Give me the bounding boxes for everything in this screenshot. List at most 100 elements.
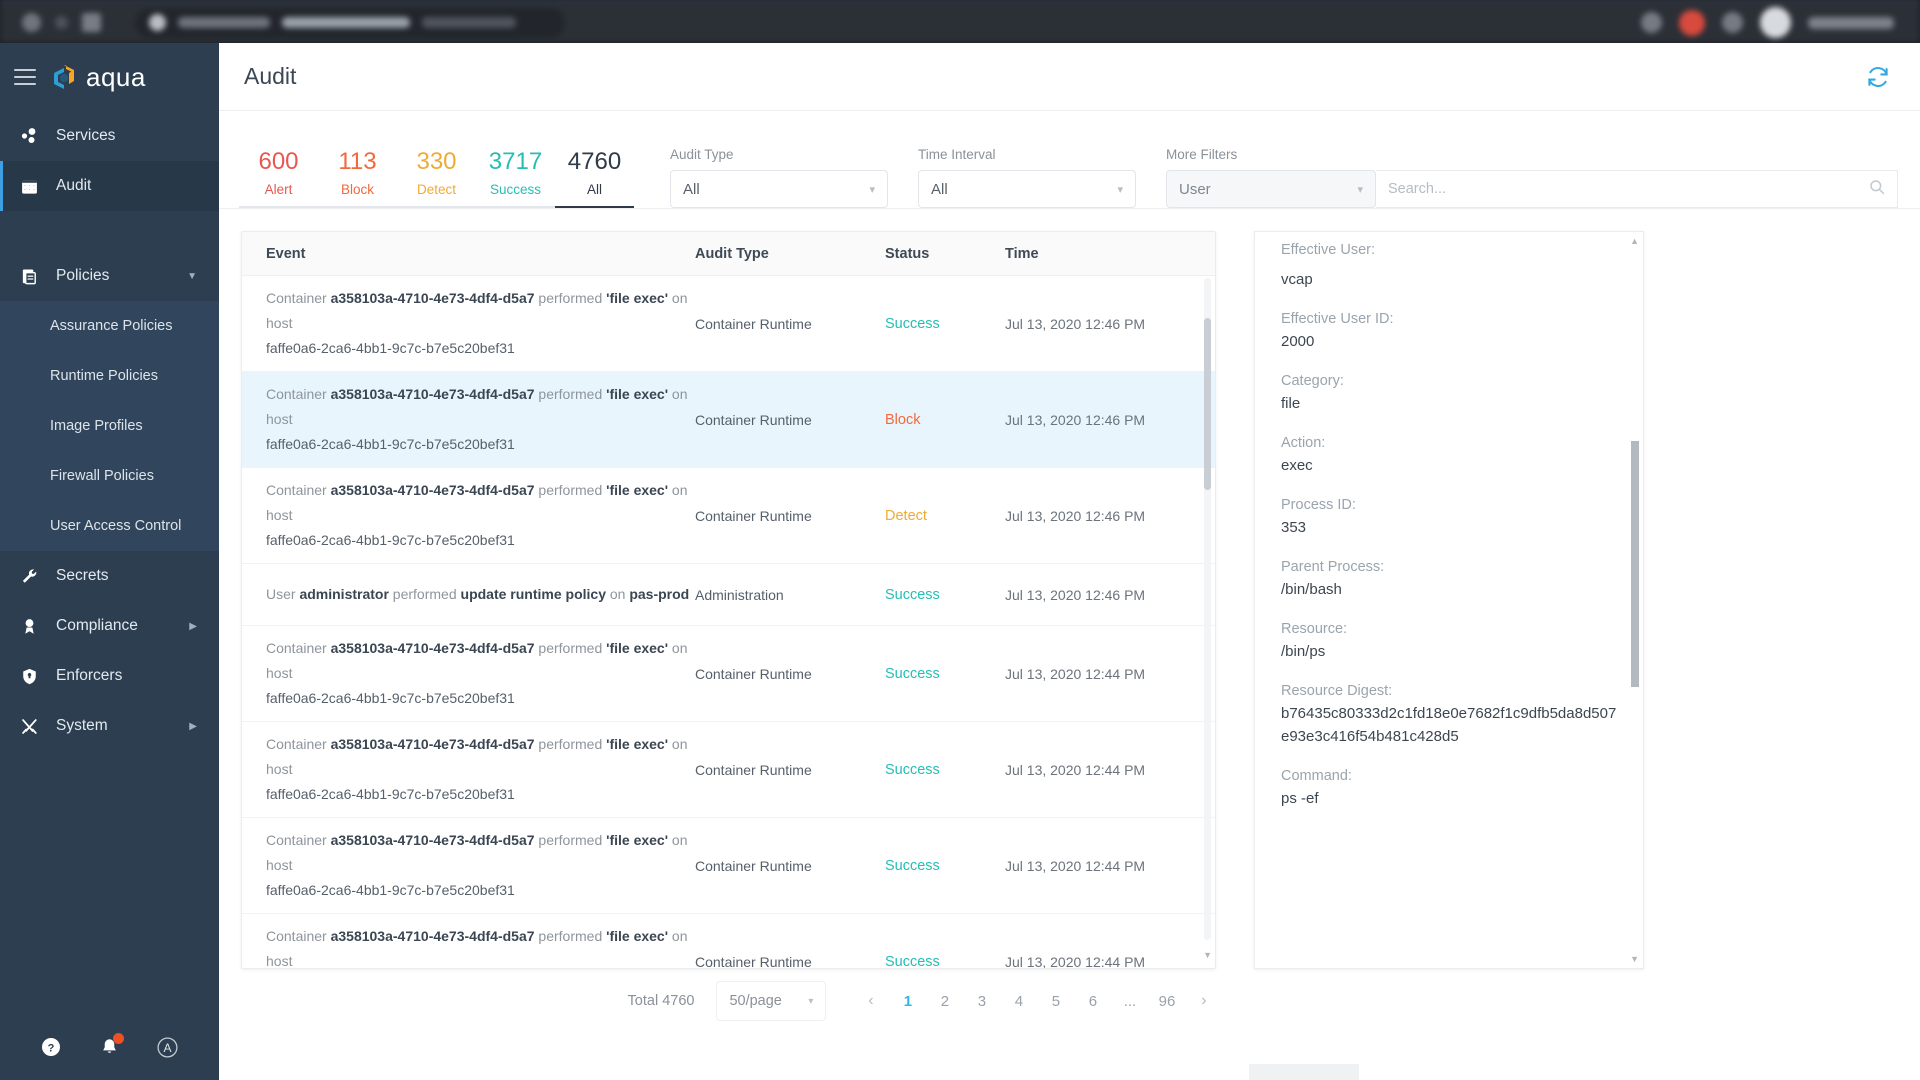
column-header-audit-type[interactable]: Audit Type xyxy=(695,246,885,262)
time-interval-label: Time Interval xyxy=(918,147,996,162)
pagination-page-button[interactable]: 2 xyxy=(926,984,963,1018)
table-row[interactable]: Container a358103a-4710-4e73-4df4-d5a7 p… xyxy=(242,276,1215,372)
scroll-down-arrow[interactable]: ▼ xyxy=(1203,950,1212,960)
search-input[interactable]: Search... xyxy=(1376,170,1898,208)
browser-reload-icon[interactable] xyxy=(82,13,101,32)
sidebar-item-enforcers[interactable]: Enforcers xyxy=(0,651,219,701)
table-scrollbar[interactable] xyxy=(1204,278,1211,940)
table-row[interactable]: Container a358103a-4710-4e73-4df4-d5a7 p… xyxy=(242,818,1215,914)
detail-field: Effective User: vcap xyxy=(1281,242,1617,291)
sidebar-item-runtime-policies[interactable]: Runtime Policies xyxy=(0,351,219,401)
pagination-page-button[interactable]: 4 xyxy=(1000,984,1037,1018)
detail-field-key: Command: xyxy=(1281,768,1352,784)
sidebar-footer: ? A xyxy=(0,1014,219,1080)
browser-nav-controls xyxy=(0,7,565,38)
search-icon xyxy=(1869,179,1885,199)
column-header-status[interactable]: Status xyxy=(885,246,1005,262)
cell-status: Success xyxy=(885,315,1005,332)
detail-field: Category: file xyxy=(1281,370,1617,415)
detail-scroll-down-arrow[interactable]: ▼ xyxy=(1630,954,1639,964)
column-header-time[interactable]: Time xyxy=(1005,246,1205,262)
pagination-page-button[interactable]: 6 xyxy=(1074,984,1111,1018)
help-icon[interactable]: ? xyxy=(38,1034,64,1060)
pagination-page-button[interactable]: 1 xyxy=(889,984,926,1018)
chevron-down-icon[interactable]: ▼ xyxy=(187,271,197,282)
browser-url-bar[interactable] xyxy=(135,7,565,38)
sidebar-item-policies[interactable]: Policies ▼ xyxy=(0,251,219,301)
chevron-right-icon[interactable]: ▶ xyxy=(189,621,197,632)
main-content: Audit 600 Alert 113 Block 330 Detect 371… xyxy=(219,43,1920,1080)
pagination-next-button[interactable]: › xyxy=(1185,984,1222,1018)
calendar-icon xyxy=(18,177,40,196)
cell-event: Container a358103a-4710-4e73-4df4-d5a7 p… xyxy=(266,640,688,706)
pagination: Total 4760 50/page ▾ ‹ 1 2 3 4 5 6... 96 › xyxy=(219,969,1609,1033)
browser-forward-icon[interactable] xyxy=(55,16,68,29)
table-row[interactable]: Container a358103a-4710-4e73-4df4-d5a7 p… xyxy=(242,372,1215,468)
refresh-icon[interactable] xyxy=(1864,63,1892,91)
stat-block[interactable]: 113 Block xyxy=(318,147,397,208)
chevron-right-icon[interactable]: ▶ xyxy=(189,721,197,732)
cell-event: Container a358103a-4710-4e73-4df4-d5a7 p… xyxy=(266,386,688,452)
sidebar-item-image-profiles[interactable]: Image Profiles xyxy=(0,401,219,451)
services-icon xyxy=(18,126,40,146)
taskbar-strip xyxy=(1249,1064,1359,1080)
chevron-down-icon: ▾ xyxy=(1117,183,1123,196)
url-path-redacted xyxy=(422,17,516,28)
detail-field: Process ID: 353 xyxy=(1281,494,1617,539)
sidebar-item-system[interactable]: System ▶ xyxy=(0,701,219,751)
sidebar-item-label: Enforcers xyxy=(56,667,123,684)
sidebar-item-user-access-control[interactable]: User Access Control xyxy=(0,501,219,551)
sidebar-item-secrets[interactable]: Secrets xyxy=(0,551,219,601)
browser-profile-name-redacted xyxy=(1808,16,1894,29)
audit-type-select[interactable]: All ▾ xyxy=(670,170,888,208)
table-row[interactable]: Container a358103a-4710-4e73-4df4-d5a7 p… xyxy=(242,468,1215,564)
table-row[interactable]: Container a358103a-4710-4e73-4df4-d5a7 p… xyxy=(242,914,1215,968)
pagination-page-button[interactable]: 3 xyxy=(963,984,1000,1018)
table-row[interactable]: User administrator performed update runt… xyxy=(242,564,1215,626)
cell-time: Jul 13, 2020 12:46 PM xyxy=(1005,315,1146,332)
detail-scrollbar[interactable] xyxy=(1631,238,1639,962)
status-badge: Success xyxy=(885,762,940,778)
sidebar-item-compliance[interactable]: Compliance ▶ xyxy=(0,601,219,651)
stat-all[interactable]: 4760 All xyxy=(555,147,634,208)
browser-avatar-icon[interactable] xyxy=(1760,7,1791,38)
detail-field-key: Process ID: xyxy=(1281,497,1356,513)
stat-detect[interactable]: 330 Detect xyxy=(397,147,476,208)
detail-field-key: Effective User: xyxy=(1281,242,1376,258)
status-badge: Success xyxy=(885,858,940,874)
notifications-bell-icon[interactable] xyxy=(96,1033,125,1060)
sidebar-item-audit[interactable]: Audit xyxy=(0,161,219,211)
browser-record-icon[interactable] xyxy=(1679,9,1705,36)
account-icon[interactable]: A xyxy=(155,1034,181,1060)
page-size-select[interactable]: 50/page ▾ xyxy=(716,981,827,1021)
status-badge: Detect xyxy=(885,508,927,524)
pagination-ellipsis: ... xyxy=(1123,992,1137,1010)
chevron-down-icon: ▾ xyxy=(869,183,875,196)
detail-field-value: /bin/ps xyxy=(1281,643,1326,660)
sidebar-item-services[interactable]: Services xyxy=(0,111,219,161)
browser-extension-icon[interactable] xyxy=(1641,12,1662,33)
pagination-page-button[interactable]: 5 xyxy=(1037,984,1074,1018)
stat-alert[interactable]: 600 Alert xyxy=(239,147,318,208)
table-row[interactable]: Container a358103a-4710-4e73-4df4-d5a7 p… xyxy=(242,722,1215,818)
pagination-page-button[interactable]: 96 xyxy=(1148,984,1185,1018)
time-interval-select[interactable]: All ▾ xyxy=(918,170,1136,208)
detail-scroll-up-arrow[interactable]: ▲ xyxy=(1630,236,1639,246)
svg-text:?: ? xyxy=(48,1043,55,1055)
column-header-event[interactable]: Event xyxy=(266,246,695,262)
sidebar-subitem-label: Firewall Policies xyxy=(50,468,154,484)
more-filters-select[interactable]: User ▾ xyxy=(1166,170,1376,208)
detail-field-key: Effective User ID: xyxy=(1281,311,1394,327)
browser-menu-icon[interactable] xyxy=(1722,12,1743,33)
table-row[interactable]: Container a358103a-4710-4e73-4df4-d5a7 p… xyxy=(242,626,1215,722)
pagination-prev-button[interactable]: ‹ xyxy=(852,984,889,1018)
cell-time: Jul 13, 2020 12:44 PM xyxy=(1005,953,1146,969)
sidebar-item-firewall-policies[interactable]: Firewall Policies xyxy=(0,451,219,501)
cell-status: Success xyxy=(885,857,1005,874)
browser-back-icon[interactable] xyxy=(22,13,41,32)
cell-audit-type: Container Runtime xyxy=(695,953,812,969)
sidebar-item-assurance-policies[interactable]: Assurance Policies xyxy=(0,301,219,351)
stat-success[interactable]: 3717 Success xyxy=(476,147,555,208)
hamburger-menu-icon[interactable] xyxy=(14,69,36,85)
cell-time: Jul 13, 2020 12:46 PM xyxy=(1005,507,1146,524)
